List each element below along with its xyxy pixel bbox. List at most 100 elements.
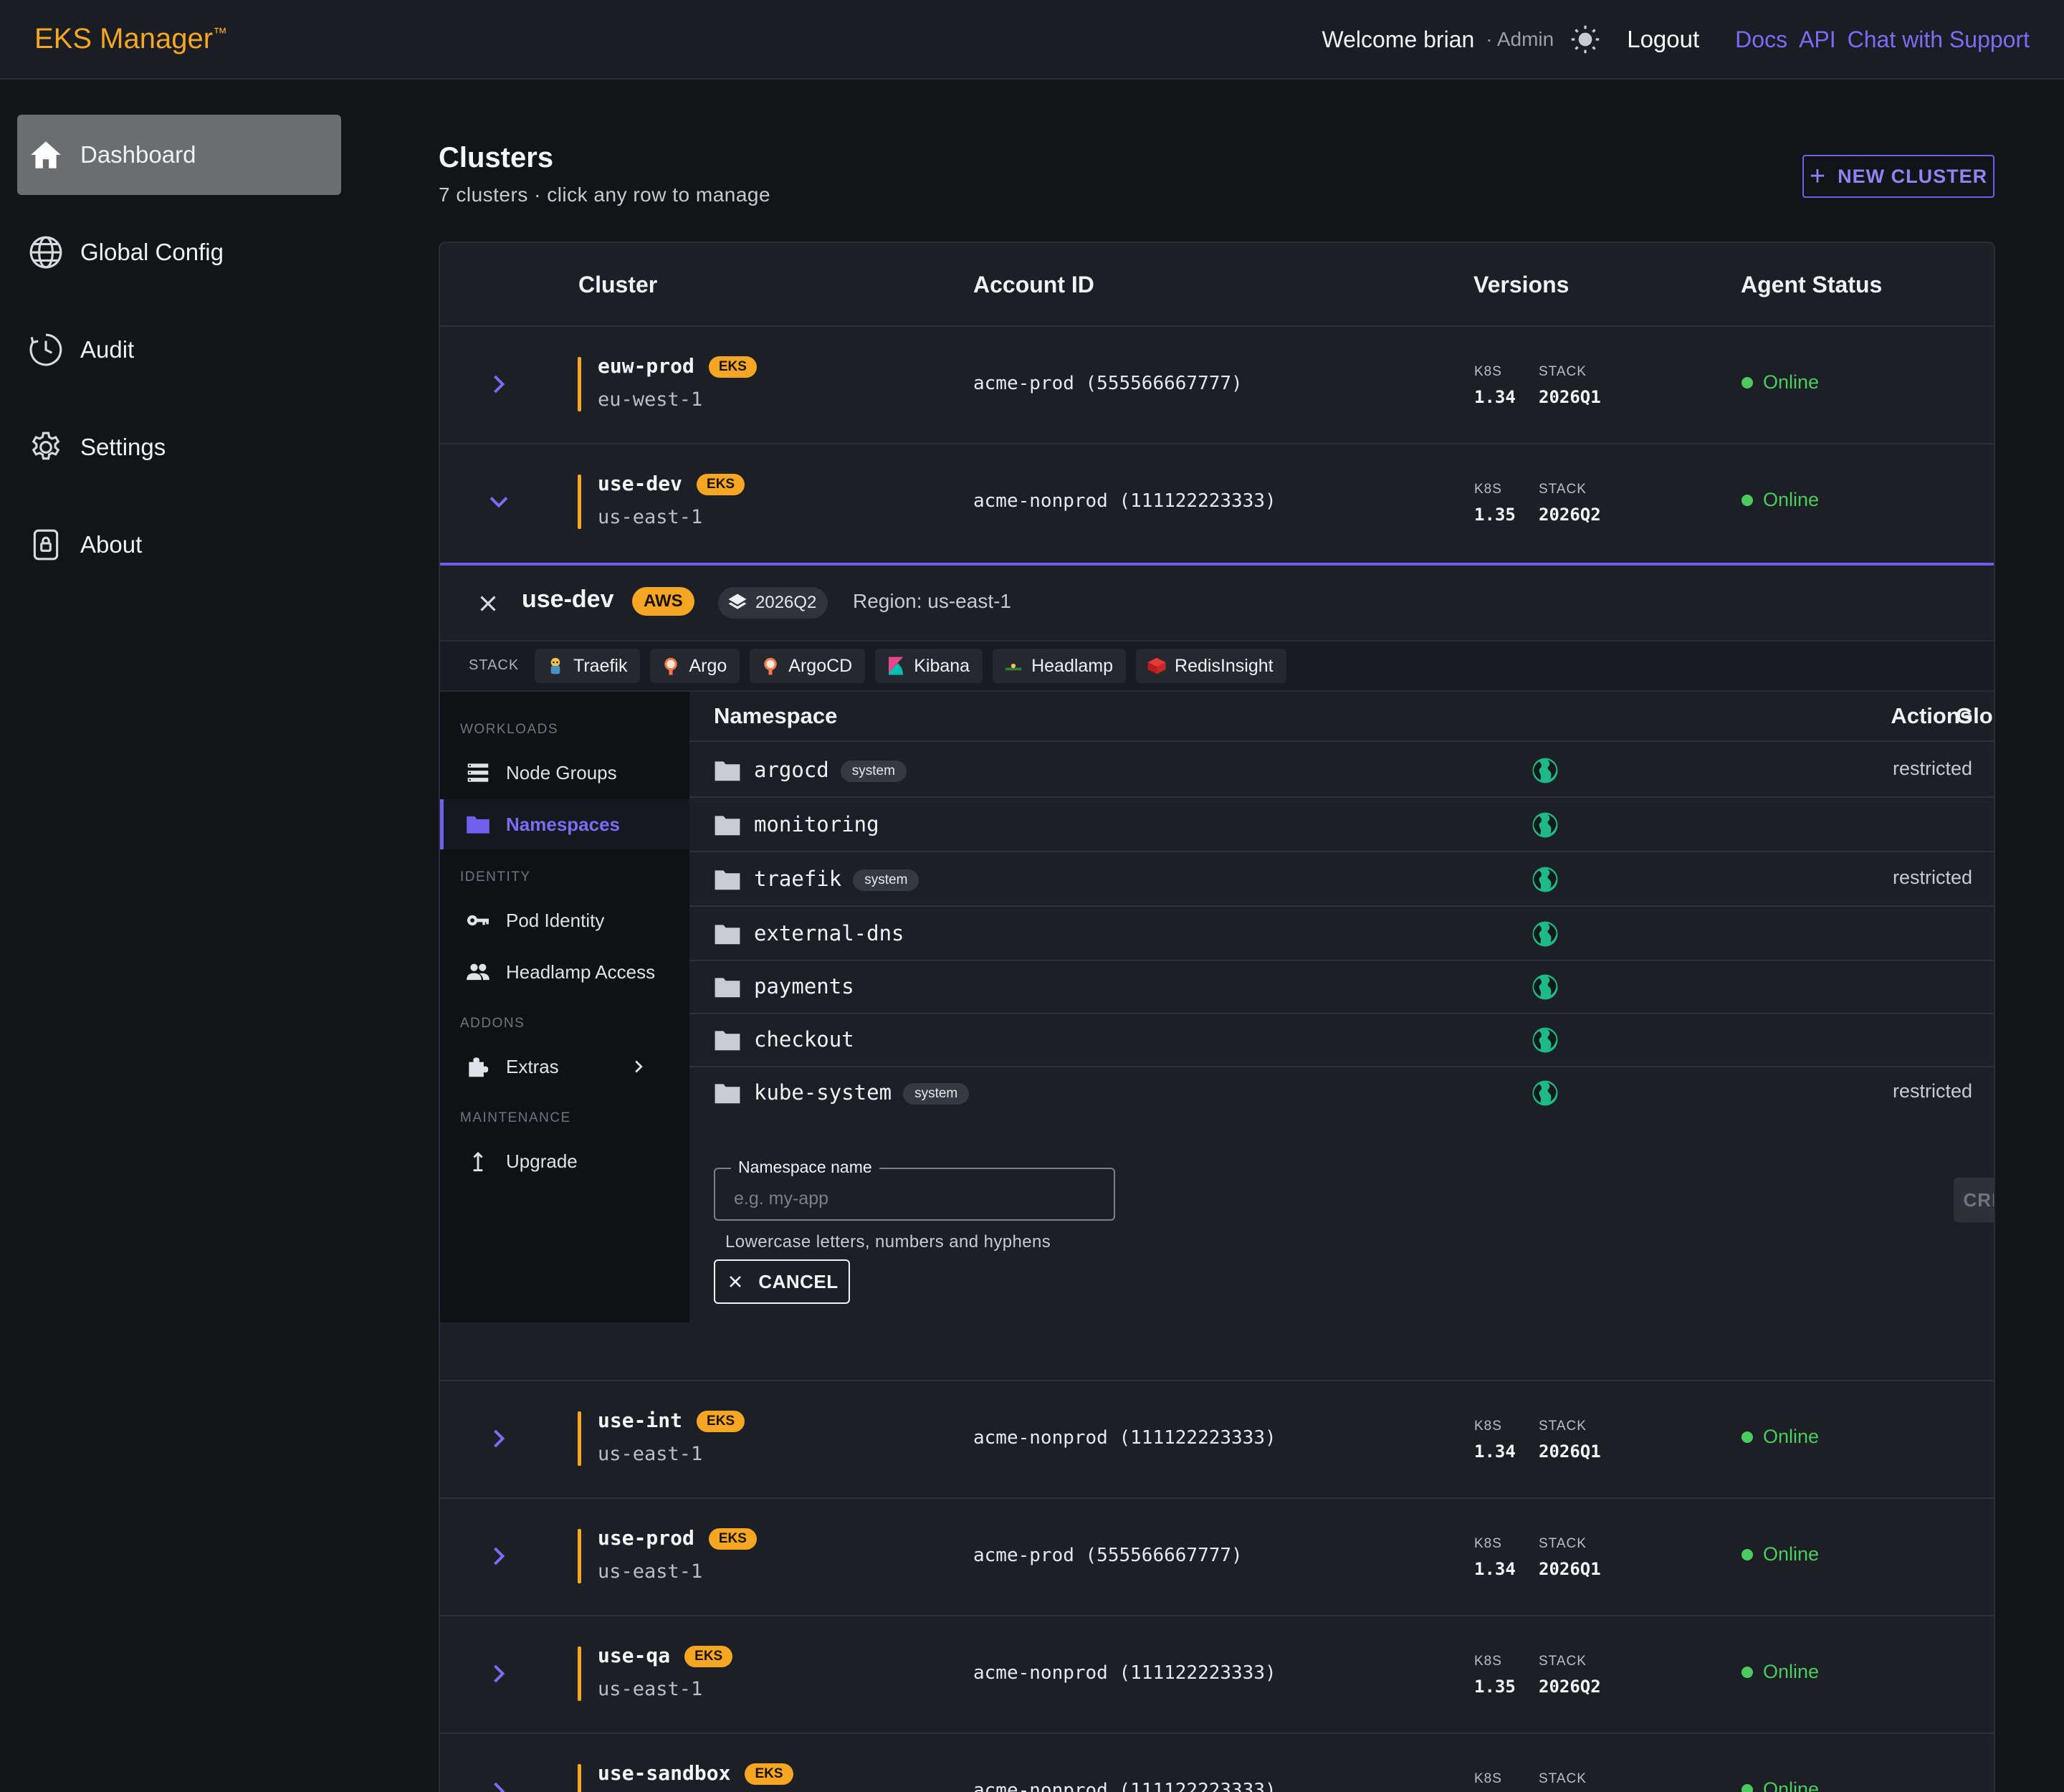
namespace-row[interactable]: payments: [689, 960, 1994, 1013]
nav-label: Namespaces: [506, 813, 620, 835]
namespace-row[interactable]: external-dns: [689, 907, 1994, 960]
provider-badge: AWS: [632, 587, 694, 616]
globe-icon[interactable]: [1531, 756, 1559, 785]
cancel-button[interactable]: CANCEL: [714, 1259, 850, 1304]
folder-icon: [715, 978, 740, 998]
globe-icon[interactable]: [1531, 811, 1559, 839]
cluster-accent-bar: [578, 1646, 581, 1701]
status-dot: [1742, 1548, 1753, 1560]
status-dot: [1742, 1431, 1753, 1443]
nav-item-extras[interactable]: Extras: [440, 1042, 689, 1092]
sidebar-item-audit[interactable]: Audit: [17, 310, 341, 390]
k8s-version: 1.35: [1474, 505, 1516, 525]
column-header-actions: Actions: [1891, 703, 1972, 728]
cluster-row-use-dev[interactable]: use-dev EKS us-east-1 acme-nonprod (11112…: [440, 444, 1994, 561]
cluster-row-use-qa[interactable]: use-qa EKS us-east-1 acme-nonprod (11112222…: [440, 1616, 1994, 1733]
namespace-row[interactable]: kube-system system restricted: [689, 1066, 1994, 1119]
tool-chip-argocd[interactable]: ArgoCD: [750, 649, 866, 683]
cluster-name-text: use-dev: [598, 472, 683, 495]
folder-icon: [715, 761, 740, 781]
chevron-right-icon[interactable]: [483, 1423, 515, 1454]
top-nav: Welcome brian · Admin Logout Docs API Ch…: [1322, 22, 2030, 57]
k8s-label: K8S: [1474, 1654, 1502, 1669]
logout-button[interactable]: Logout: [1627, 26, 1699, 53]
nav-item-namespaces[interactable]: Namespaces: [440, 799, 689, 849]
globe-icon[interactable]: [1531, 865, 1559, 894]
sidebar-item-label: Global Config: [80, 239, 224, 265]
namespace-row[interactable]: checkout: [689, 1013, 1994, 1066]
globe-icon[interactable]: [1531, 973, 1559, 1001]
cluster-accent-bar: [578, 1529, 581, 1583]
brand-logo[interactable]: EKS Manager™: [34, 23, 227, 55]
cluster-region: us-east-1: [598, 1443, 703, 1465]
sidebar-item-about[interactable]: About: [17, 505, 341, 585]
tool-chip-headlamp[interactable]: Headlamp: [993, 649, 1127, 683]
create-namespace-button[interactable]: CREATE: [1954, 1178, 1994, 1222]
account-id: acme-nonprod (111122223333): [973, 1662, 1276, 1684]
sun-icon[interactable]: [1570, 24, 1601, 55]
k8s-version: 1.34: [1474, 387, 1516, 407]
agent-status: Online: [1742, 1778, 1819, 1792]
namespace-name-field: Namespace name: [714, 1158, 1115, 1221]
layers-icon: [728, 594, 747, 609]
page-subtitle: 7 clusters · click any row to manage: [439, 184, 771, 206]
globe-icon: [29, 236, 62, 269]
namespace-name: external-dns: [754, 921, 904, 945]
new-cluster-button[interactable]: + NEW CLUSTER: [1802, 155, 1994, 198]
namespace-name: traefik system: [754, 867, 919, 891]
cluster-region: us-east-1: [598, 1560, 703, 1583]
docs-link[interactable]: Docs: [1735, 27, 1787, 53]
chevron-right-icon[interactable]: [483, 368, 515, 400]
chevron-right-icon[interactable]: [483, 1776, 515, 1792]
column-header-namespace: Namespace: [714, 703, 838, 728]
nav-item-node-groups[interactable]: Node Groups: [440, 748, 689, 798]
globe-icon[interactable]: [1531, 920, 1559, 948]
globe-icon[interactable]: [1531, 1026, 1559, 1054]
tool-chip-kibana[interactable]: Kibana: [875, 649, 983, 683]
k8s-label: K8S: [1474, 364, 1502, 379]
column-header-account[interactable]: Account ID: [973, 272, 1094, 298]
namespace-row[interactable]: monitoring: [689, 798, 1994, 851]
new-cluster-label: NEW CLUSTER: [1838, 165, 1988, 187]
chevron-right-icon[interactable]: [483, 1658, 515, 1689]
cluster-accent-bar: [578, 475, 581, 529]
account-id: acme-prod (555566667777): [973, 373, 1243, 394]
close-icon[interactable]: [474, 590, 502, 617]
globe-icon[interactable]: [1531, 1079, 1559, 1107]
tool-chip-redisinsight[interactable]: RedisInsight: [1136, 649, 1286, 683]
sidebar-item-dashboard[interactable]: Dashboard: [17, 115, 341, 195]
cluster-row-use-prod[interactable]: use-prod EKS us-east-1 acme-prod (555566667…: [440, 1499, 1994, 1615]
cluster-row-euw-prod[interactable]: euw-prod EKS eu-west-1 acme-prod (5555666…: [440, 327, 1994, 443]
nav-label: Node Groups: [506, 761, 617, 783]
namespace-row[interactable]: argocd system restricted: [689, 743, 1994, 796]
namespace-row[interactable]: traefik system restricted: [689, 852, 1994, 905]
sidebar-item-global-config[interactable]: Global Config: [17, 212, 341, 292]
api-link[interactable]: API: [1799, 27, 1836, 53]
tool-chip-argo[interactable]: Argo: [650, 649, 740, 683]
namespace-name: payments: [754, 974, 854, 999]
namespace-name-text: traefik: [754, 867, 842, 891]
detail-region: Region: us-east-1: [853, 590, 1012, 612]
chevron-down-icon[interactable]: [483, 486, 515, 518]
nav-label: Headlamp Access: [506, 961, 656, 983]
cluster-region: eu-west-1: [598, 389, 703, 411]
column-header-versions[interactable]: Versions: [1473, 272, 1569, 298]
nav-item-pod-identity[interactable]: Pod Identity: [440, 895, 689, 945]
column-header-status[interactable]: Agent Status: [1741, 272, 1882, 298]
nav-item-headlamp-access[interactable]: Headlamp Access: [440, 947, 689, 997]
folder-icon: [715, 870, 740, 890]
cluster-row-use-int[interactable]: use-int EKS us-east-1 acme-nonprod (1111222…: [440, 1381, 1994, 1497]
nav-label: Upgrade: [506, 1150, 578, 1172]
column-header-cluster[interactable]: Cluster: [578, 272, 657, 298]
nav-item-upgrade[interactable]: Upgrade: [440, 1136, 689, 1186]
tool-chip-traefik[interactable]: Traefik: [535, 649, 641, 683]
chevron-right-icon[interactable]: [483, 1540, 515, 1572]
eks-badge: EKS: [684, 1646, 733, 1667]
nav-label: Extras: [506, 1055, 559, 1077]
namespace-name-text: checkout: [754, 1027, 854, 1052]
sidebar-item-settings[interactable]: Settings: [17, 407, 341, 487]
cluster-row-use-sandbox[interactable]: use-sandbox EKS acme-nonprod (111122223333…: [440, 1734, 1994, 1792]
namespace-action: restricted: [1892, 758, 1972, 779]
chat-support-link[interactable]: Chat with Support: [1848, 27, 2030, 53]
namespace-name: monitoring: [754, 812, 879, 837]
